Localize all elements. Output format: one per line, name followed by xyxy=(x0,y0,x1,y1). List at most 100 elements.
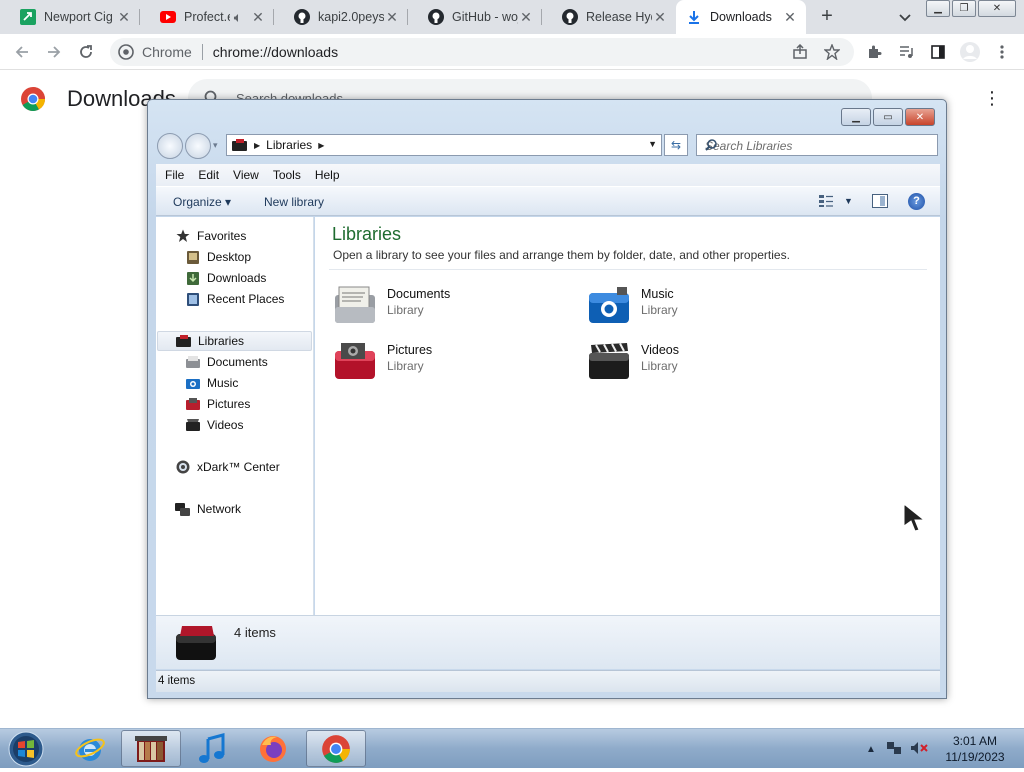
bookmark-star-icon[interactable] xyxy=(824,38,840,66)
tab-title: kapi2.0peys xyxy=(318,10,384,24)
library-videos[interactable]: Videos Library xyxy=(587,339,807,385)
refresh-icon[interactable]: ⇆ xyxy=(664,134,688,156)
tab-youtube[interactable]: Profect.e 🔈︎ ✕ xyxy=(140,0,274,34)
forward-button[interactable] xyxy=(44,42,64,62)
help-icon[interactable]: ? xyxy=(908,193,925,210)
breadcrumb-arrow-icon[interactable]: ▶ xyxy=(318,141,324,150)
github-favicon xyxy=(294,9,310,25)
breadcrumb-arrow-icon[interactable]: ▶ xyxy=(254,141,260,150)
nav-music[interactable]: Music xyxy=(185,373,238,393)
tab-release[interactable]: Release Hyd ✕ xyxy=(542,0,676,34)
new-tab-button[interactable]: + xyxy=(816,6,838,28)
taskbar-library-explorer[interactable] xyxy=(121,730,181,767)
nav-xdark-center[interactable]: xDark™ Center xyxy=(175,457,280,477)
minimize-button[interactable]: ▁ xyxy=(926,0,950,17)
explorer-back-button[interactable] xyxy=(157,133,183,159)
navigation-pane: Favorites Desktop Downloads Recent Place… xyxy=(156,217,314,615)
chrome-menu-icon[interactable] xyxy=(992,42,1012,62)
library-name: Pictures xyxy=(387,343,433,357)
youtube-favicon xyxy=(160,9,176,25)
nav-favorites[interactable]: Favorites xyxy=(175,226,246,246)
nav-network[interactable]: Network xyxy=(175,499,241,519)
menu-view[interactable]: View xyxy=(233,168,259,182)
explorer-minimize-button[interactable]: ▁ xyxy=(841,108,871,126)
reload-button[interactable] xyxy=(76,42,96,62)
show-hidden-icons[interactable]: ▲ xyxy=(866,744,876,755)
close-tab-icon[interactable]: ✕ xyxy=(518,9,534,26)
clock-date: 11/19/2023 xyxy=(945,750,1005,764)
organize-button[interactable]: Organize ▾ xyxy=(173,195,231,209)
profile-avatar[interactable] xyxy=(958,40,982,64)
videos-library-icon xyxy=(185,419,200,432)
tab-title: Profect.e xyxy=(184,10,230,24)
tab-title: Release Hyd xyxy=(586,10,652,24)
close-tab-icon[interactable]: ✕ xyxy=(652,9,668,26)
network-status-icon[interactable] xyxy=(886,740,902,759)
back-button[interactable] xyxy=(12,42,32,62)
address-dropdown-icon[interactable]: ▼ xyxy=(648,139,657,149)
start-button[interactable] xyxy=(6,731,50,767)
volume-muted-icon[interactable] xyxy=(910,740,928,759)
menu-edit[interactable]: Edit xyxy=(198,168,219,182)
tab-downloads[interactable]: Downloads ✕ xyxy=(676,0,806,34)
more-actions-icon[interactable]: ⋮ xyxy=(983,88,1001,109)
tab-github-woj[interactable]: GitHub - woj ✕ xyxy=(408,0,542,34)
menu-help[interactable]: Help xyxy=(315,168,340,182)
taskbar-clock[interactable]: 3:01 AM 11/19/2023 xyxy=(940,733,1010,765)
search-icon[interactable] xyxy=(705,139,931,154)
close-window-button[interactable]: ✕ xyxy=(978,0,1016,17)
tab-kapi[interactable]: kapi2.0peys ✕ xyxy=(274,0,408,34)
new-library-button[interactable]: New library xyxy=(264,195,324,209)
share-icon[interactable] xyxy=(792,38,808,66)
recent-pages-icon[interactable]: ▾ xyxy=(213,140,218,151)
tab-search-icon[interactable] xyxy=(896,8,914,26)
site-info[interactable]: Chrome xyxy=(110,44,192,60)
extensions-icon[interactable] xyxy=(864,42,884,62)
taskbar-internet-explorer[interactable] xyxy=(60,730,120,767)
nav-videos[interactable]: Videos xyxy=(185,415,243,435)
explorer-address-bar[interactable]: ▶ Libraries ▶ ▼ xyxy=(226,134,662,156)
change-view-icon[interactable]: ▼ xyxy=(818,194,853,208)
library-music[interactable]: Music Library xyxy=(587,283,807,329)
preview-pane-icon[interactable] xyxy=(872,194,888,208)
media-controls-icon[interactable] xyxy=(896,42,916,62)
library-name: Music xyxy=(641,287,674,301)
taskbar-chrome[interactable] xyxy=(306,730,366,767)
nav-documents[interactable]: Documents xyxy=(185,352,268,372)
library-pictures[interactable]: Pictures Library xyxy=(333,339,553,385)
taskbar-itunes[interactable] xyxy=(182,730,242,767)
tab-newport[interactable]: Newport Cig ✕ xyxy=(0,0,140,34)
libraries-description: Open a library to see your files and arr… xyxy=(333,248,790,262)
libraries-folder-icon xyxy=(176,335,191,348)
nav-pictures[interactable]: Pictures xyxy=(185,394,250,414)
explorer-maximize-button[interactable]: ▭ xyxy=(873,108,903,126)
explorer-close-button[interactable]: ✕ xyxy=(905,108,935,126)
library-documents[interactable]: Documents Library xyxy=(333,283,553,329)
explorer-search-input[interactable]: Search Libraries xyxy=(696,134,938,156)
menu-tools[interactable]: Tools xyxy=(273,168,301,182)
nav-recent-places[interactable]: Recent Places xyxy=(185,289,284,309)
speaker-icon[interactable]: 🔈︎ xyxy=(230,9,246,26)
address-bar[interactable]: Chrome chrome://downloads xyxy=(110,38,854,66)
side-panel-icon[interactable] xyxy=(928,42,948,62)
music-library-icon xyxy=(587,285,631,325)
restore-button[interactable]: ❐ xyxy=(952,0,976,17)
menu-file[interactable]: File xyxy=(165,168,184,182)
nav-desktop[interactable]: Desktop xyxy=(185,247,251,267)
taskbar-firefox[interactable] xyxy=(243,730,303,767)
pictures-library-icon xyxy=(333,341,377,381)
close-tab-icon[interactable]: ✕ xyxy=(250,9,266,26)
nav-libraries[interactable]: Libraries xyxy=(157,331,312,351)
clock-time: 3:01 AM xyxy=(952,734,998,748)
tab-strip: Newport Cig ✕ Profect.e 🔈︎ ✕ kapi2.0peys… xyxy=(0,0,1024,34)
explorer-forward-button[interactable] xyxy=(185,133,211,159)
close-tab-icon[interactable]: ✕ xyxy=(384,9,400,26)
chrome-logo-icon xyxy=(20,86,46,112)
documents-library-icon xyxy=(333,285,377,325)
close-tab-icon[interactable]: ✕ xyxy=(782,9,798,26)
github-favicon xyxy=(428,9,444,25)
nav-downloads[interactable]: Downloads xyxy=(185,268,266,288)
close-tab-icon[interactable]: ✕ xyxy=(116,9,132,26)
breadcrumb-libraries[interactable]: Libraries xyxy=(266,138,312,152)
internet-explorer-icon xyxy=(75,738,105,761)
